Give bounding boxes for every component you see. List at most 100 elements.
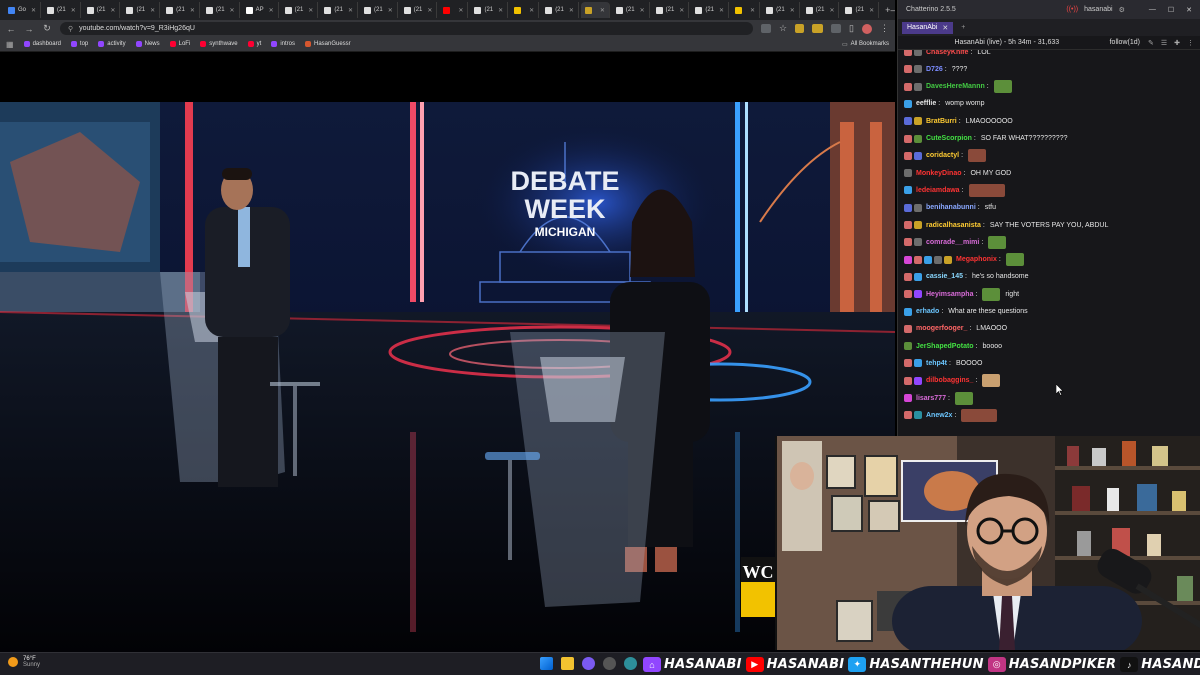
browser-tab[interactable]: ✕ <box>731 2 761 18</box>
chat-message[interactable]: BratBurri: LMAOOOOOO <box>904 114 1194 128</box>
browser-tab[interactable]: (21 ✕ <box>652 2 690 18</box>
close-tab-icon[interactable]: ✕ <box>600 7 605 14</box>
add-split-icon[interactable]: ✚ <box>1174 39 1180 47</box>
browser-tab[interactable]: (21 ✕ <box>802 2 840 18</box>
more-icon[interactable]: ⋮ <box>1187 39 1194 47</box>
chat-message[interactable]: dilbobaggins_: <box>904 374 1194 388</box>
minimize-icon[interactable]: — <box>890 6 895 15</box>
settings-gear-icon[interactable]: ⚙ <box>1119 6 1125 14</box>
browser-tab[interactable]: (21 ✕ <box>162 2 200 18</box>
browser-tab[interactable]: AP ✕ <box>242 2 279 18</box>
bookmark-star-icon[interactable]: ☆ <box>779 23 787 34</box>
chat-username[interactable]: lisars777 <box>916 395 946 402</box>
chat-username[interactable]: radicalhasanista <box>926 222 981 229</box>
apps-grid-icon[interactable]: ▦ <box>6 40 14 49</box>
browser-tab[interactable]: (21 ✕ <box>400 2 438 18</box>
profile-avatar[interactable] <box>862 23 872 34</box>
chat-username[interactable]: CuteScorpion <box>926 135 972 142</box>
bookmark-item[interactable]: yt <box>247 41 261 47</box>
bookmark-item[interactable]: synthwave <box>200 41 238 47</box>
browser-tab[interactable]: (21 ✕ <box>83 2 121 18</box>
chat-username[interactable]: benihanabunni <box>926 204 976 211</box>
close-tab-icon[interactable]: ✕ <box>230 7 235 14</box>
video-player[interactable]: DEBATE WEEK MICHIGAN WC <box>0 102 895 657</box>
windows-start-icon[interactable] <box>540 657 553 670</box>
chat-message[interactable]: JerShapedPotato: boooo <box>904 339 1194 353</box>
maximize-icon[interactable]: ☐ <box>1168 6 1174 14</box>
close-tab-icon[interactable]: ✕ <box>498 7 503 14</box>
chat-message-list[interactable]: ChaseyKnife: LOL D726:???? DavesHereMannn: e… <box>898 50 1200 436</box>
chat-username[interactable]: ChaseyKnife <box>926 50 968 56</box>
chat-username[interactable]: eefflie <box>916 100 936 107</box>
chat-username[interactable]: coridactyl <box>926 152 959 159</box>
user-list-icon[interactable]: ☰ <box>1161 39 1167 47</box>
browser-tab[interactable]: (21 ✕ <box>470 2 509 18</box>
bookmark-item[interactable]: dashboard <box>23 41 61 47</box>
browser-tab[interactable]: (21 ✕ <box>541 2 579 18</box>
bookmark-item[interactable]: LoFi <box>169 41 190 47</box>
reload-icon[interactable]: ↻ <box>42 23 52 34</box>
chat-username[interactable]: dilbobaggins_ <box>926 377 973 384</box>
chat-username[interactable]: cassie_145 <box>926 273 963 280</box>
chat-message[interactable]: ChaseyKnife: LOL <box>904 50 1194 59</box>
chat-username[interactable]: DavesHereMannn <box>926 83 985 90</box>
bookmark-item[interactable]: activity <box>98 41 126 47</box>
close-tab-icon[interactable]: ✕ <box>529 7 534 14</box>
close-tab-icon[interactable]: ✕ <box>790 7 795 14</box>
chat-message[interactable]: comrade__mimi: <box>904 235 1194 249</box>
close-tab-icon[interactable]: ✕ <box>719 7 724 14</box>
chat-message[interactable]: moogerfooger_: LMAOOO <box>904 322 1194 336</box>
bookmark-item[interactable]: intros <box>271 41 295 47</box>
browser-tab[interactable]: Go ✕ <box>4 2 42 18</box>
chat-username[interactable]: comrade__mimi <box>926 239 979 246</box>
chat-tab-hasanabi[interactable]: HasanAbi ✕ <box>902 21 954 34</box>
chat-message[interactable]: D726:???? <box>904 62 1194 76</box>
forward-icon[interactable]: → <box>24 24 34 34</box>
chat-username[interactable]: MonkeyDinao <box>916 170 962 177</box>
close-tab-icon[interactable]: ✕ <box>640 7 645 14</box>
extension-icon[interactable] <box>795 24 805 33</box>
chat-username[interactable]: Heyimsampha <box>926 291 973 298</box>
site-info-icon[interactable]: ⚲ <box>68 25 73 33</box>
menu-icon[interactable]: ⋮ <box>880 23 889 34</box>
close-tab-icon[interactable]: ✕ <box>458 7 463 14</box>
file-explorer-icon[interactable] <box>561 657 574 670</box>
chat-message[interactable]: CuteScorpion: SO FAR WHAT?????????? <box>904 132 1194 146</box>
chat-message[interactable]: coridactyl: <box>904 149 1194 163</box>
bookmark-item[interactable]: News <box>135 41 160 47</box>
chat-message[interactable]: ledeiamdawa: <box>904 183 1194 197</box>
all-bookmarks-folder[interactable]: ▭ All Bookmarks <box>842 41 889 48</box>
browser-tab[interactable]: ✕ <box>510 2 540 18</box>
chat-username[interactable]: BratBurri <box>926 118 957 125</box>
weather-widget[interactable]: 76°F Sunny <box>8 656 40 668</box>
url-input[interactable]: ⚲ youtube.com/watch?v=9_R3iHg26qU <box>60 22 753 35</box>
close-tab-icon[interactable]: ✕ <box>308 7 313 14</box>
chat-message[interactable]: radicalhasanista: SAY THE VOTERS PAY YOU,… <box>904 218 1194 232</box>
close-tab-icon[interactable]: ✕ <box>190 7 195 14</box>
browser-tab[interactable]: (21 ✕ <box>691 2 730 18</box>
close-tab-icon[interactable]: ✕ <box>679 7 684 14</box>
close-tab-icon[interactable]: ✕ <box>388 7 393 14</box>
browser-tab[interactable]: (21 ✕ <box>762 2 800 18</box>
chat-message[interactable]: lisars777: <box>904 391 1194 405</box>
browser-tab[interactable]: (21 ✕ <box>43 2 81 18</box>
browser-tab[interactable]: (21 ✕ <box>320 2 359 18</box>
chat-message[interactable]: DavesHereMannn: <box>904 80 1194 94</box>
close-tab-icon[interactable]: ✕ <box>829 7 834 14</box>
chat-message[interactable]: Anew2x: <box>904 408 1194 422</box>
chat-username[interactable]: tehp4t <box>926 360 947 367</box>
close-tab-icon[interactable]: ✕ <box>150 7 155 14</box>
close-tab-icon[interactable]: ✕ <box>31 7 36 14</box>
close-tab-icon[interactable]: ✕ <box>942 24 948 32</box>
edit-icon[interactable]: ✎ <box>1148 39 1154 47</box>
chatterino-app-icon[interactable] <box>624 657 637 670</box>
close-tab-icon[interactable]: ✕ <box>110 7 115 14</box>
extension-icon[interactable] <box>812 24 824 33</box>
chat-username[interactable]: Megaphonix <box>956 256 997 263</box>
browser-tab[interactable]: ✕ <box>580 2 610 18</box>
browser-tab[interactable]: (21 ✕ <box>202 2 240 18</box>
close-icon[interactable]: ✕ <box>1186 6 1192 14</box>
chat-username[interactable]: ledeiamdawa <box>916 187 960 194</box>
close-tab-icon[interactable]: ✕ <box>869 7 874 14</box>
chat-message[interactable]: MonkeyDinao: OH MY GOD <box>904 166 1194 180</box>
